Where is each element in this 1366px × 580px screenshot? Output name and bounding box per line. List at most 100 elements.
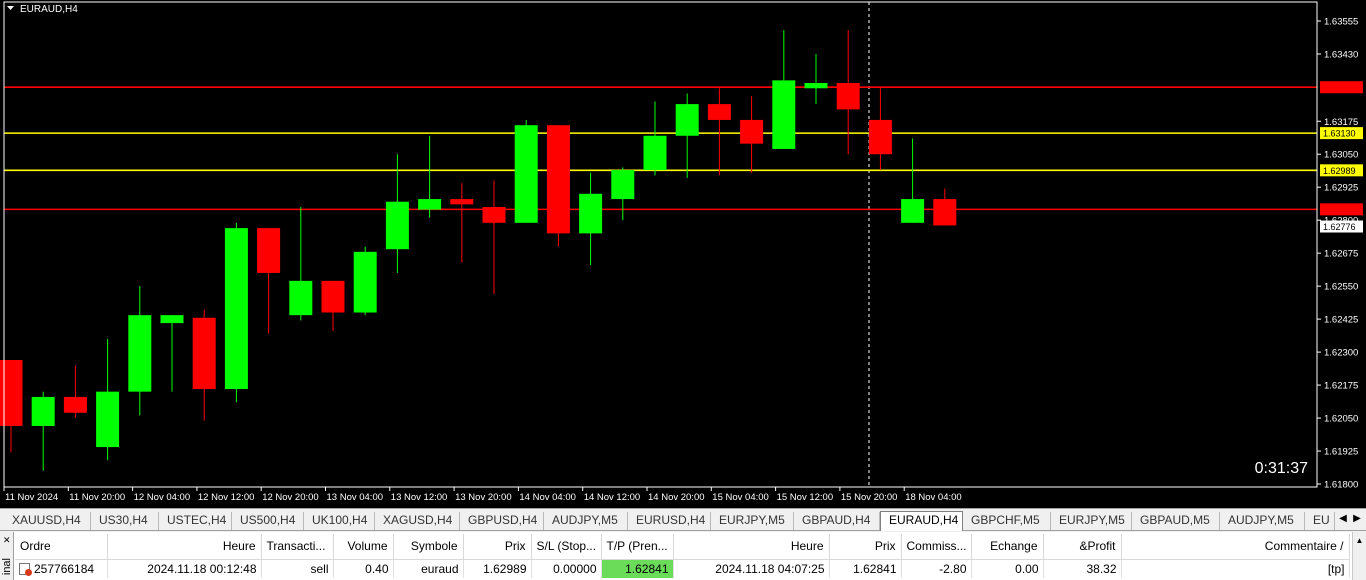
bullish-candle[interactable]	[353, 246, 377, 316]
tab-audjpy-m5[interactable]: AUDJPY,M5	[544, 512, 628, 530]
bullish-candle[interactable]	[385, 154, 409, 273]
candle-body	[546, 125, 570, 234]
tab-scroll-left-icon[interactable]: ◀	[1336, 513, 1350, 524]
bullish-candle[interactable]	[514, 119, 538, 223]
price-tick-label: 1.63050	[1324, 150, 1358, 161]
candle-body	[514, 125, 538, 223]
candle-body	[933, 199, 957, 226]
candle-body	[192, 317, 216, 390]
candle-body	[418, 199, 442, 210]
column-header[interactable]: S/L (Stop...	[531, 534, 602, 560]
tab-uk100-h4[interactable]: UK100,H4	[304, 512, 375, 530]
bearish-candle[interactable]	[482, 180, 506, 295]
tab-us30-h4[interactable]: US30,H4	[91, 512, 159, 530]
candle-body	[385, 201, 409, 250]
column-header[interactable]: Prix	[829, 534, 902, 560]
bearish-candle[interactable]	[836, 30, 860, 155]
tab-eurusd-h4[interactable]: EURUSD,H4	[628, 512, 711, 530]
bullish-candle[interactable]	[675, 93, 699, 178]
candle-body	[482, 206, 506, 223]
tab-gbpaud-h4[interactable]: GBPAUD,H4	[794, 512, 880, 530]
tab-audjpy-m5[interactable]: AUDJPY,M5	[1220, 512, 1305, 530]
column-header[interactable]: Symbole	[393, 534, 464, 560]
price-level-tag-label: 1.63304	[1323, 83, 1356, 93]
column-header[interactable]: Volume	[333, 534, 394, 560]
candle-body	[450, 199, 474, 205]
candle-body	[63, 396, 87, 413]
candle-body	[579, 193, 603, 234]
tab-xauusd-h4[interactable]: XAUUSD,H4	[4, 512, 91, 530]
time-tick-label: 15 Nov 04:00	[712, 492, 769, 503]
bullish-candle[interactable]	[804, 53, 828, 105]
tab-gbpaud-m5[interactable]: GBPAUD,M5	[1132, 512, 1220, 530]
tab-scroll-arrows: ◀ ▶	[1336, 513, 1364, 524]
chart-tab-bar: XAUUSD,H4 US30,H4 USTEC,H4 US500,H4 UK100,H4…	[0, 508, 1366, 531]
table-cell: 1.62989	[463, 559, 532, 578]
order-close-icon	[19, 562, 32, 576]
table-cell: sell	[261, 559, 334, 578]
tab-xagusd-h4[interactable]: XAGUSD,H4	[375, 512, 460, 530]
bullish-candle[interactable]	[579, 172, 603, 266]
column-header[interactable]: Commiss...	[901, 534, 972, 560]
bullish-candle[interactable]	[289, 206, 313, 321]
close-icon[interactable]: ✕	[3, 535, 11, 546]
tab-eurjpy-m5[interactable]: EURJPY,M5	[711, 512, 794, 530]
table-cell: 38.32	[1043, 559, 1122, 578]
candle-body	[643, 135, 667, 171]
column-header[interactable]: Transacti...	[261, 534, 334, 560]
bullish-candle[interactable]	[31, 391, 55, 471]
bullish-candle[interactable]	[96, 338, 120, 461]
column-header[interactable]: Ordre	[15, 534, 108, 560]
chart-menu-triangle-icon[interactable]	[7, 6, 14, 10]
bullish-candle[interactable]	[128, 286, 152, 416]
price-level-tag-label: 1.62841	[1323, 205, 1356, 215]
bearish-candle[interactable]	[321, 280, 345, 331]
bullish-candle[interactable]	[901, 138, 925, 223]
bullish-candle[interactable]	[611, 167, 635, 221]
column-header[interactable]: Commentaire /	[1121, 534, 1350, 560]
column-header[interactable]: Echange	[971, 534, 1044, 560]
time-tick-label: 14 Nov 12:00	[584, 492, 641, 503]
candle-body	[740, 119, 764, 144]
tab-scroll-right-icon[interactable]: ▶	[1350, 513, 1364, 524]
tab-us500-h4[interactable]: US500,H4	[232, 512, 304, 530]
price-tick-label: 1.63175	[1324, 117, 1358, 128]
chart-window[interactable]: 1.63555 1.63430 1.63175 1.63050 1.62925 1.628…	[0, 0, 1366, 508]
table-cell: 2024.11.18 04:07:25	[673, 559, 830, 578]
tab-euraud-h4[interactable]: EURAUD,H4	[880, 511, 963, 531]
bearish-candle[interactable]	[192, 309, 216, 421]
column-header[interactable]: Heure	[107, 534, 262, 560]
table-row[interactable]: 257766184 2024.11.18 00:12:48 sell 0.40 eura…	[15, 559, 1350, 578]
tab-gbpusd-h4[interactable]: GBPUSD,H4	[460, 512, 544, 530]
column-header[interactable]: Prix	[463, 534, 532, 560]
bearish-candle[interactable]	[868, 88, 892, 171]
chart-title: EURAUD,H4	[20, 4, 78, 15]
bullish-candle[interactable]	[643, 101, 667, 176]
candlestick-chart[interactable]: 1.63555 1.63430 1.63175 1.63050 1.62925 1.628…	[0, 0, 1366, 508]
column-header[interactable]: Heure	[673, 534, 830, 560]
bearish-candle[interactable]	[546, 125, 570, 247]
bearish-candle[interactable]	[933, 188, 957, 226]
table-cell: 0.00	[971, 559, 1044, 578]
bearish-candle[interactable]	[450, 183, 474, 263]
tab-eu[interactable]: EU	[1305, 512, 1335, 530]
price-tick-label: 1.62300	[1324, 348, 1358, 359]
bullish-candle[interactable]	[418, 135, 442, 218]
bullish-candle[interactable]	[224, 222, 248, 403]
tab-ustec-h4[interactable]: USTEC,H4	[159, 512, 232, 530]
tab-gbpchf-m5[interactable]: GBPCHF,M5	[963, 512, 1051, 530]
bearish-candle[interactable]	[707, 88, 731, 176]
bearish-candle[interactable]	[740, 96, 764, 173]
column-header[interactable]: &Profit	[1043, 534, 1122, 560]
bearish-candle[interactable]	[257, 228, 281, 334]
bullish-candle[interactable]	[160, 315, 184, 392]
tab-eurjpy-m5[interactable]: EURJPY,M5	[1051, 512, 1132, 530]
bearish-candle[interactable]	[63, 365, 87, 419]
scroll-up-icon[interactable]: ▲	[1352, 532, 1366, 580]
column-header[interactable]: T/P (Pren...	[601, 534, 674, 560]
time-tick-label: 14 Nov 04:00	[519, 492, 576, 503]
bearish-candle[interactable]	[0, 360, 23, 453]
candle-body	[289, 280, 313, 316]
table-cell: 1.62841	[829, 559, 902, 578]
bullish-candle[interactable]	[772, 30, 796, 149]
